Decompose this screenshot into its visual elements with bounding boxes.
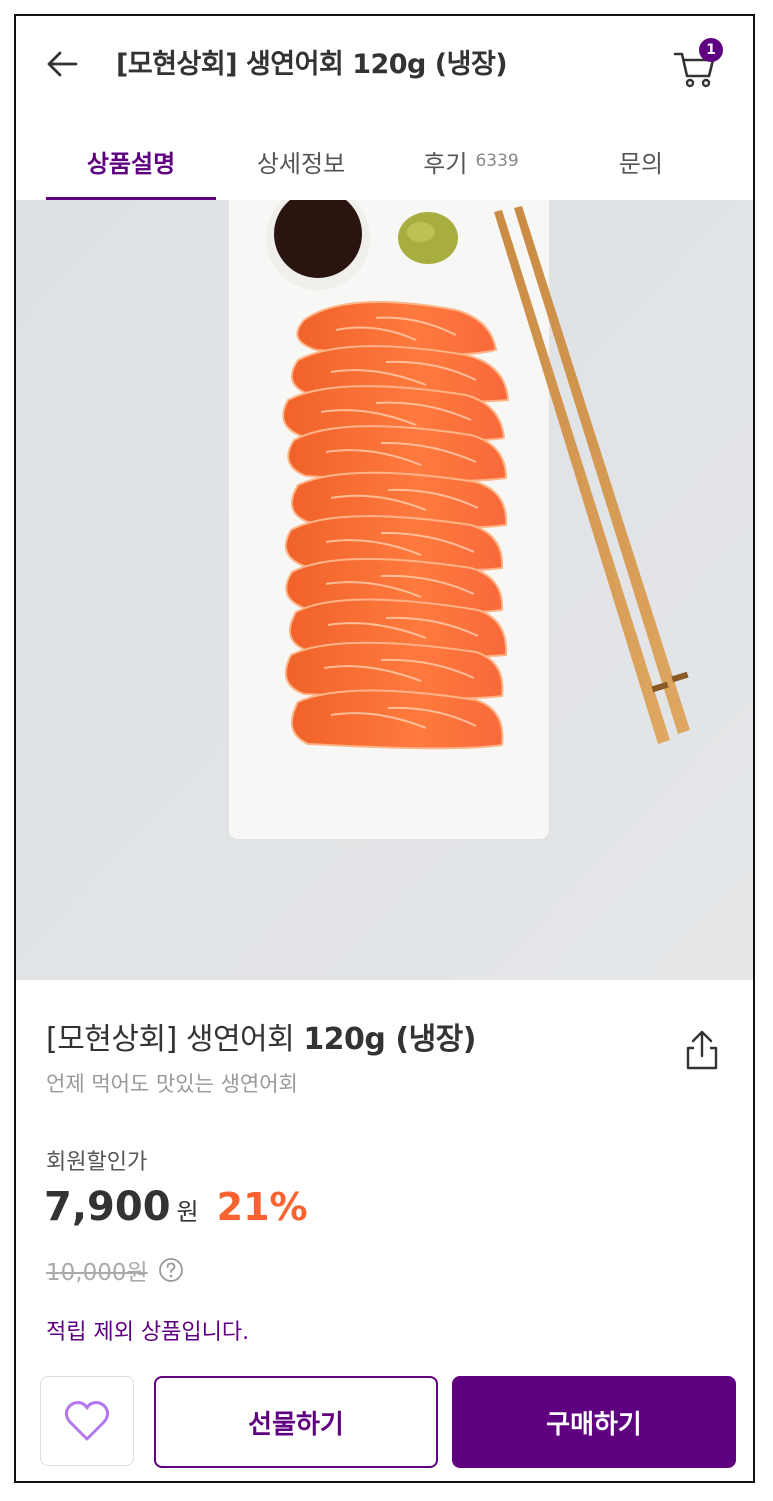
cart-button[interactable]: 1 bbox=[671, 38, 727, 88]
discount-rate: 21% bbox=[216, 1185, 308, 1229]
currency-unit: 원 bbox=[176, 1198, 199, 1226]
tab-label: 문의 bbox=[618, 149, 664, 178]
app-screen: [모현상회] 생연어회 120g (냉장) 1 상품설명 상세정보 후기 633… bbox=[14, 14, 755, 1483]
original-price-row: 10,000원 bbox=[46, 1253, 184, 1287]
sale-price: 7,900 bbox=[44, 1184, 171, 1230]
back-button[interactable] bbox=[42, 44, 90, 84]
product-tabs: 상품설명 상세정보 후기 6339 문의 bbox=[16, 122, 753, 201]
product-info: [모현상회] 생연어회 120g (냉장) 언제 먹어도 맛있는 생연어회 bbox=[46, 1014, 726, 1098]
tab-label: 후기 bbox=[423, 149, 468, 178]
tab-description[interactable]: 상품설명 bbox=[46, 122, 216, 200]
heart-icon bbox=[64, 1401, 110, 1441]
help-icon[interactable] bbox=[158, 1257, 184, 1283]
review-count: 6339 bbox=[475, 151, 519, 171]
original-price: 10,000원 bbox=[46, 1260, 148, 1286]
share-icon bbox=[686, 1030, 718, 1070]
product-image bbox=[16, 200, 753, 980]
tab-details[interactable]: 상세정보 bbox=[216, 122, 386, 200]
arrow-left-icon bbox=[47, 51, 78, 77]
page-title: [모현상회] 생연어회 120g (냉장) bbox=[116, 49, 508, 80]
top-bar: [모현상회] 생연어회 120g (냉장) 1 bbox=[16, 16, 753, 112]
tab-reviews[interactable]: 후기 6339 bbox=[386, 122, 556, 200]
wishlist-button[interactable] bbox=[40, 1376, 134, 1466]
points-note: 적립 제외 상품입니다. bbox=[46, 1320, 250, 1345]
price-label: 회원할인가 bbox=[46, 1150, 148, 1175]
cart-count-badge: 1 bbox=[699, 38, 723, 62]
tab-label: 상세정보 bbox=[256, 149, 346, 178]
tab-label: 상품설명 bbox=[86, 149, 176, 178]
gift-button[interactable]: 선물하기 bbox=[154, 1376, 438, 1468]
product-name-main: 생연어회 bbox=[185, 1022, 295, 1057]
buy-button[interactable]: 구매하기 bbox=[452, 1376, 736, 1468]
product-subtitle: 언제 먹어도 맛있는 생연어회 bbox=[46, 1072, 298, 1096]
product-brand: [모현상회] bbox=[46, 1022, 177, 1057]
tab-inquiry[interactable]: 문의 bbox=[556, 122, 726, 200]
product-name: [모현상회] 생연어회 120g (냉장) bbox=[46, 1014, 726, 1058]
price-row: 7,900 원 21% bbox=[44, 1184, 308, 1230]
product-name-weight: 120g (냉장) bbox=[303, 1022, 476, 1057]
share-button[interactable] bbox=[682, 1028, 726, 1076]
